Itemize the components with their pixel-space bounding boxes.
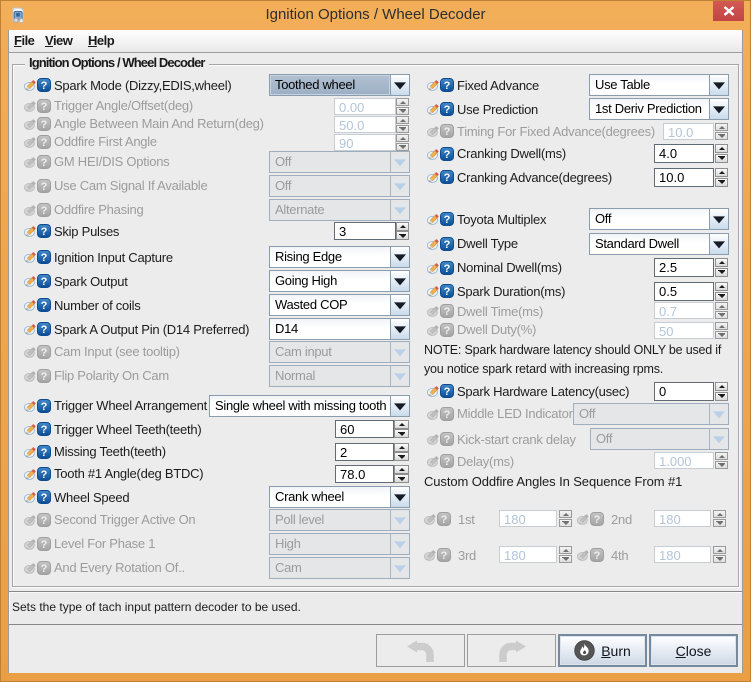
- svg-text:?: ?: [41, 424, 48, 436]
- svg-text:?: ?: [444, 325, 451, 337]
- svg-text:?: ?: [444, 409, 451, 421]
- svg-text:?: ?: [444, 263, 451, 275]
- svg-text:?: ?: [441, 514, 448, 526]
- svg-text:?: ?: [41, 492, 48, 504]
- svg-text:?: ?: [441, 550, 448, 562]
- svg-text:?: ?: [444, 386, 451, 398]
- svg-text:?: ?: [444, 239, 451, 251]
- svg-text:?: ?: [41, 80, 48, 92]
- svg-text:?: ?: [444, 456, 451, 468]
- svg-text:?: ?: [41, 181, 48, 193]
- svg-text:?: ?: [444, 306, 451, 318]
- svg-text:?: ?: [41, 563, 48, 575]
- svg-text:?: ?: [594, 514, 601, 526]
- svg-text:?: ?: [41, 324, 48, 336]
- svg-text:?: ?: [444, 104, 451, 116]
- svg-text:?: ?: [444, 126, 451, 138]
- svg-text:?: ?: [444, 434, 451, 446]
- svg-text:?: ?: [444, 172, 451, 184]
- svg-text:?: ?: [41, 101, 48, 113]
- svg-text:?: ?: [41, 276, 48, 288]
- svg-text:?: ?: [594, 550, 601, 562]
- svg-text:?: ?: [444, 80, 451, 92]
- svg-text:?: ?: [41, 539, 48, 551]
- svg-text:?: ?: [444, 286, 451, 298]
- svg-text:?: ?: [41, 300, 48, 312]
- svg-text:?: ?: [41, 226, 48, 238]
- svg-text:?: ?: [41, 401, 48, 413]
- svg-text:?: ?: [444, 149, 451, 161]
- svg-text:?: ?: [41, 137, 48, 149]
- svg-text:?: ?: [41, 205, 48, 217]
- svg-text:?: ?: [41, 371, 48, 383]
- svg-text:?: ?: [41, 252, 48, 264]
- svg-text:?: ?: [41, 515, 48, 527]
- svg-text:?: ?: [41, 469, 48, 481]
- svg-text:?: ?: [444, 214, 451, 226]
- svg-text:?: ?: [41, 157, 48, 169]
- svg-text:?: ?: [41, 119, 48, 131]
- svg-text:?: ?: [41, 447, 48, 459]
- svg-text:?: ?: [41, 347, 48, 359]
